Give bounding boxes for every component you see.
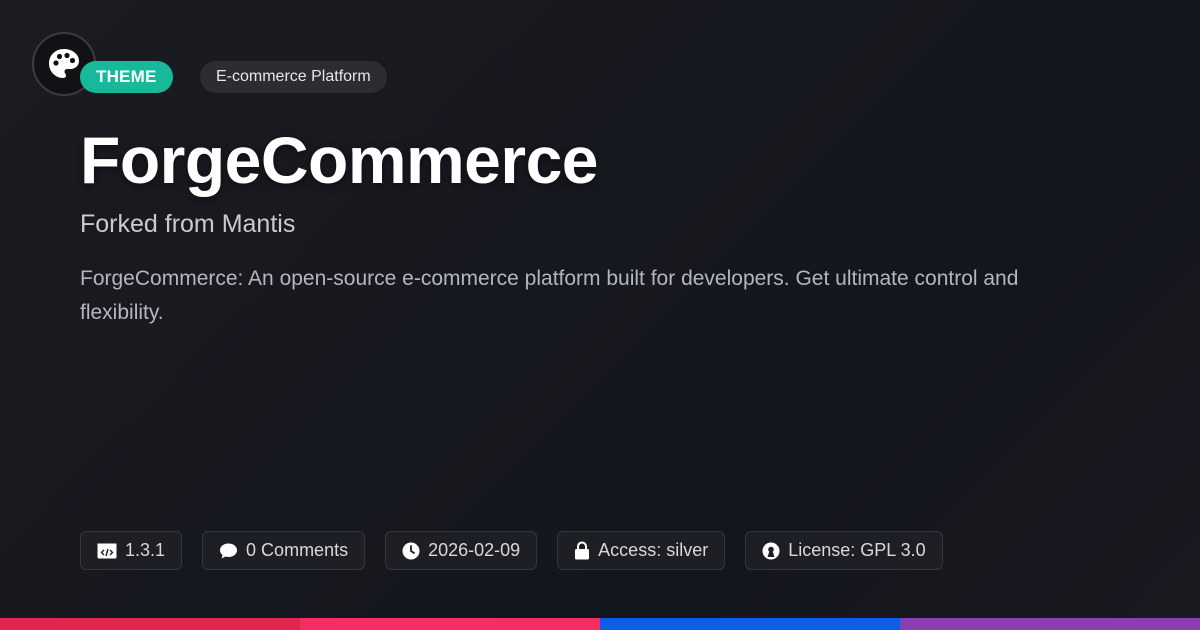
fork-subtitle: Forked from Mantis xyxy=(80,210,296,238)
clock-icon xyxy=(402,542,420,559)
comments-pill[interactable]: 0 Comments xyxy=(202,531,366,570)
bottom-bar-segment-4 xyxy=(900,618,1200,630)
page-title: ForgeCommerce xyxy=(80,123,599,197)
bottom-bar-segment-2 xyxy=(300,618,600,630)
date-pill: 2026-02-09 xyxy=(385,531,538,570)
version-text: 1.3.1 xyxy=(125,540,166,560)
access-pill: Access: silver xyxy=(557,531,726,570)
bottom-bar-segment-3 xyxy=(600,618,900,630)
category-badge[interactable]: E-commerce Platform xyxy=(200,61,387,93)
theme-badge: THEME xyxy=(80,61,173,93)
comments-text: 0 Comments xyxy=(246,540,349,560)
bottom-color-bar xyxy=(0,618,1200,630)
palette-icon xyxy=(49,49,79,78)
comment-icon xyxy=(220,543,238,558)
open-source-icon xyxy=(762,542,780,559)
description: ForgeCommerce: An open-source e-commerce… xyxy=(80,267,1019,324)
license-text: License: GPL 3.0 xyxy=(788,540,926,560)
bottom-bar-segment-1 xyxy=(0,618,300,630)
code-icon xyxy=(97,543,117,558)
lock-icon xyxy=(575,541,590,560)
meta-row: 1.3.1 0 Comments 2026-02-09 Access: silv… xyxy=(80,531,943,570)
license-pill: License: GPL 3.0 xyxy=(745,531,943,570)
version-pill: 1.3.1 xyxy=(80,531,183,570)
access-text: Access: silver xyxy=(598,540,709,560)
date-text: 2026-02-09 xyxy=(428,540,521,560)
